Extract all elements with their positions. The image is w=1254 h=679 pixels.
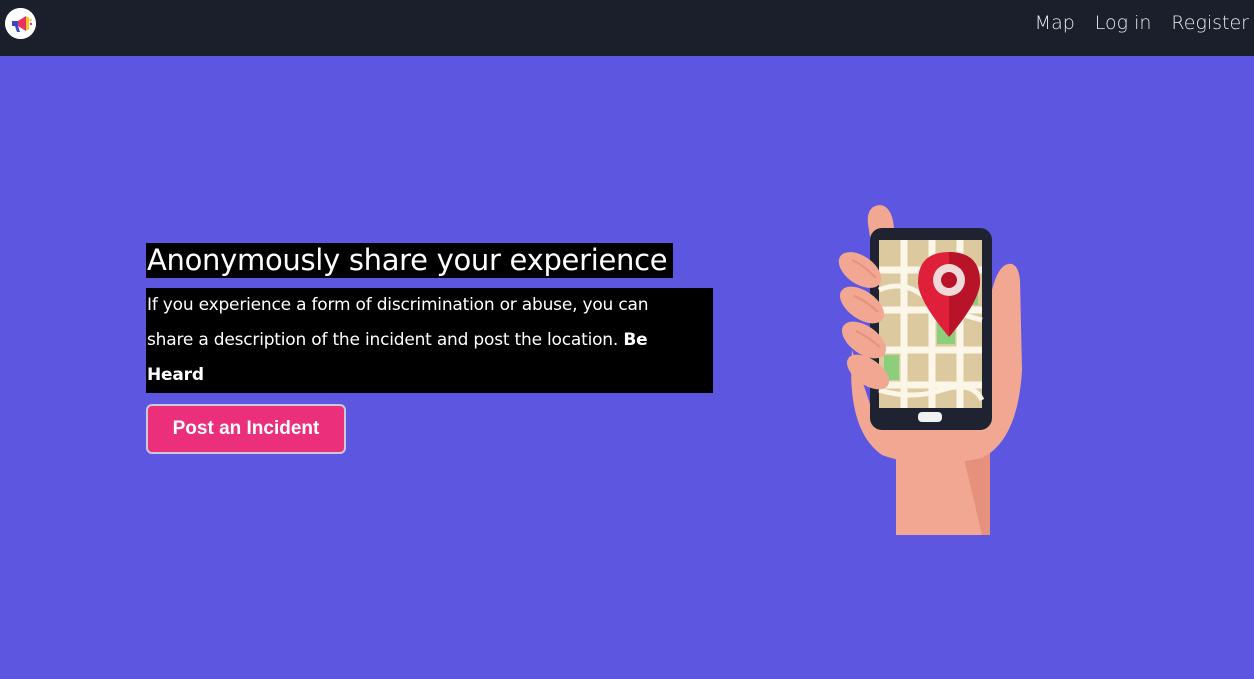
nav-link-register[interactable]: Register xyxy=(1171,12,1249,34)
hero-description: If you experience a form of discriminati… xyxy=(146,288,713,393)
nav-links: Map Log in Register xyxy=(1035,0,1249,46)
nav-link-login[interactable]: Log in xyxy=(1095,12,1152,34)
nav-link-map[interactable]: Map xyxy=(1035,12,1075,34)
hand-holding-phone-map-pin-illustration xyxy=(832,200,1032,540)
hero-title: Anonymously share your experience xyxy=(146,243,674,278)
megaphone-logo-icon[interactable] xyxy=(5,8,36,39)
post-incident-button[interactable]: Post an Incident xyxy=(146,404,346,454)
hero-description-text: If you experience a form of discriminati… xyxy=(147,295,649,350)
hero-section: Anonymously share your experience If you… xyxy=(146,243,713,454)
navbar: Map Log in Register xyxy=(0,0,1254,56)
